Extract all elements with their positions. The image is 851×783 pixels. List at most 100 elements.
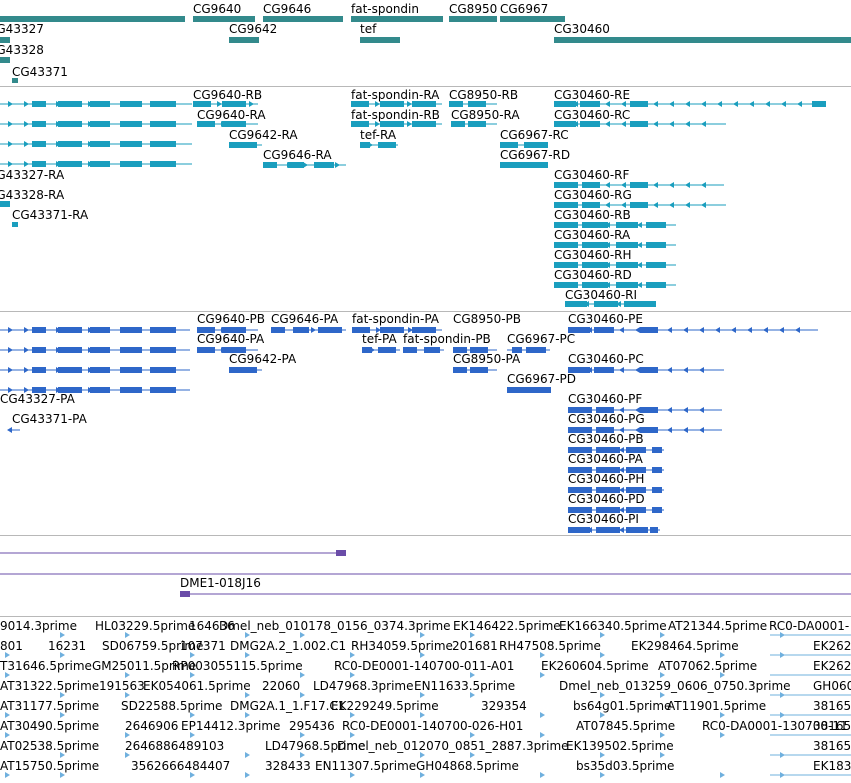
est-label[interactable]: Dmel_neb_010178_0156_0374.3prime — [219, 619, 451, 633]
transcript-label[interactable]: CG30460-RH — [554, 248, 632, 262]
transcript-label[interactable]: CG43327-RA — [0, 168, 64, 182]
transcript-label[interactable]: CG6967-RC — [500, 128, 569, 142]
est-label[interactable]: DMG2A.1_1.F17.C1 — [230, 699, 345, 713]
est-label[interactable]: EK183 — [813, 759, 851, 773]
transcript-label[interactable]: CG30460-RB — [554, 208, 631, 222]
protein-label[interactable]: CG30460-PE — [568, 312, 643, 326]
est-label[interactable]: 191563 — [99, 679, 145, 693]
protein-label[interactable]: CG6967-PC — [507, 332, 575, 346]
est-label[interactable]: AT30490.5prime — [0, 719, 99, 733]
protein-label[interactable]: CG30460-PH — [568, 472, 644, 486]
gene-label-cg8950[interactable]: CG8950 — [449, 2, 497, 16]
protein-label[interactable]: CG43327-PA — [0, 392, 75, 406]
transcript-label[interactable]: CG30460-RC — [554, 108, 630, 122]
transcript-label[interactable]: CG9640-RB — [193, 88, 262, 102]
protein-label[interactable]: tef-PA — [362, 332, 397, 346]
est-label[interactable]: 201681 — [452, 639, 498, 653]
transcript-label[interactable]: CG30460-RA — [554, 228, 630, 242]
protein-label[interactable]: CG43371-PA — [12, 412, 87, 426]
est-label[interactable]: bs35d03.5prime — [576, 759, 674, 773]
protein-label[interactable]: CG30460-PA — [568, 452, 643, 466]
transcript-label[interactable]: fat-spondin-RB — [351, 108, 440, 122]
est-label[interactable]: EK166340.5prime — [559, 619, 667, 633]
est-label[interactable]: SD22588.5prime — [121, 699, 222, 713]
exon-block[interactable] — [58, 367, 82, 373]
est-label[interactable]: EN11633.5prime — [414, 679, 515, 693]
est-label[interactable]: 2646886489103 — [125, 739, 224, 753]
exon-block[interactable] — [58, 101, 82, 107]
protein-label[interactable]: CG30460-PC — [568, 352, 644, 366]
transcript-label[interactable]: CG43328-RA — [0, 188, 64, 202]
exon-block[interactable] — [652, 447, 662, 453]
transcript-label[interactable]: CG9640-RA — [197, 108, 266, 122]
protein-label[interactable]: CG9642-PA — [229, 352, 296, 366]
exon-block[interactable] — [646, 301, 656, 307]
clone-label[interactable]: DME1-018J16 — [180, 576, 261, 590]
gene-label-tef[interactable]: tef — [360, 22, 376, 36]
exon-block[interactable] — [58, 347, 82, 353]
gene-label-cg9642[interactable]: CG9642 — [229, 22, 277, 36]
est-label[interactable]: HL03229.5prime — [95, 619, 195, 633]
est-label[interactable]: EK146422.5prime — [453, 619, 561, 633]
est-label[interactable]: GH060 — [813, 679, 851, 693]
protein-label[interactable]: CG30460-PF — [568, 392, 642, 406]
est-label[interactable]: RC0-DA0001- — [769, 619, 849, 633]
transcript-label[interactable]: tef-RA — [360, 128, 396, 142]
est-label[interactable]: AT31322.5prime — [0, 679, 99, 693]
est-label[interactable]: AT31177.5prime — [0, 699, 99, 713]
protein-label[interactable]: CG9646-PA — [271, 312, 338, 326]
est-label[interactable]: 3562666484407 — [131, 759, 230, 773]
transcript-label[interactable]: CG30460-RE — [554, 88, 630, 102]
exon-block[interactable] — [650, 527, 658, 533]
est-label[interactable]: Dmel_neb_012070_0851_2887.3prime — [337, 739, 569, 753]
exon-block[interactable] — [58, 327, 82, 333]
transcript-label[interactable]: CG8950-RB — [449, 88, 518, 102]
transcript-label[interactable]: CG9642-RA — [229, 128, 298, 142]
est-label[interactable]: bs64g01.5prime — [573, 699, 671, 713]
protein-label[interactable]: CG6967-PD — [507, 372, 576, 386]
est-label[interactable]: 38165 — [813, 699, 851, 713]
gene-label-cg30460[interactable]: CG30460 — [554, 22, 610, 36]
protein-label[interactable]: CG9640-PA — [197, 332, 264, 346]
exon-block[interactable] — [229, 367, 257, 373]
exon-block[interactable] — [229, 142, 257, 148]
transcript-label[interactable]: CG6967-RD — [500, 148, 570, 162]
est-label[interactable]: RP003055115.5prime — [172, 659, 303, 673]
est-label[interactable]: T31646.5prime — [0, 659, 92, 673]
est-label[interactable]: EK262 — [813, 659, 851, 673]
exon-block[interactable] — [652, 467, 662, 473]
clone-block[interactable] — [180, 591, 190, 597]
exon-block[interactable] — [58, 141, 82, 147]
transcript-label[interactable]: CG8950-RA — [451, 108, 520, 122]
est-label[interactable]: 328433 — [265, 759, 311, 773]
protein-label[interactable]: fat-spondin-PB — [403, 332, 491, 346]
protein-label[interactable]: CG30460-PI — [568, 512, 639, 526]
gene-block[interactable] — [229, 37, 259, 43]
transcript-label[interactable]: CG30460-RD — [554, 268, 632, 282]
est-label[interactable]: AT07062.5prime — [658, 659, 757, 673]
protein-label[interactable]: CG8950-PA — [453, 352, 520, 366]
exon-block[interactable] — [500, 162, 548, 168]
gene-label-fat-spondin[interactable]: fat-spondin — [351, 2, 419, 16]
est-label[interactable]: AT21344.5prime — [668, 619, 767, 633]
est-label[interactable]: EK229249.5prime — [331, 699, 439, 713]
protein-label[interactable]: CG30460-PG — [568, 412, 645, 426]
gene-label-cg9640[interactable]: CG9640 — [193, 2, 241, 16]
est-label[interactable]: 107371 — [180, 639, 226, 653]
gene-label-cg6967[interactable]: CG6967 — [500, 2, 548, 16]
gene-block[interactable] — [554, 37, 851, 43]
est-label[interactable]: EN11307.5prime — [315, 759, 416, 773]
est-label[interactable]: EK139502.5prime — [566, 739, 674, 753]
gene-label-cg43327[interactable]: CG43327 — [0, 22, 44, 36]
gene-label-cg9646[interactable]: CG9646 — [263, 2, 311, 16]
transcript-label[interactable]: CG30460-RG — [554, 188, 632, 202]
est-label[interactable]: 295436 — [289, 719, 335, 733]
gene-block[interactable] — [0, 57, 10, 63]
exon-block[interactable] — [507, 387, 551, 393]
gene-label-cg43328[interactable]: CG43328 — [0, 43, 44, 57]
est-label[interactable]: GH04868.5prime — [416, 759, 519, 773]
protein-label[interactable]: fat-spondin-PA — [352, 312, 439, 326]
est-label[interactable]: EK298464.5prime — [631, 639, 739, 653]
exon-block[interactable] — [652, 507, 662, 513]
gene-block[interactable] — [449, 16, 497, 22]
